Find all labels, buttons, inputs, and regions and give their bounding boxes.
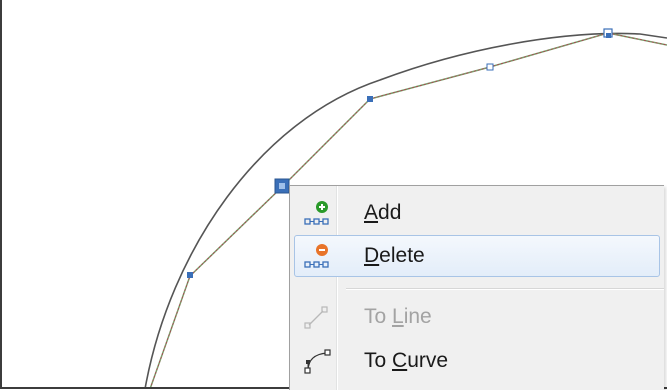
- context-menu: Add Delete To Line To Curve: [289, 185, 664, 390]
- path-node[interactable]: [367, 96, 373, 102]
- delete-node-icon: [299, 242, 333, 270]
- menu-item-delete[interactable]: Delete: [294, 235, 660, 277]
- to-curve-icon: [299, 347, 333, 375]
- menu-item-label: To Curve: [364, 349, 449, 372]
- menu-item-to-curve[interactable]: To Curve: [294, 340, 660, 382]
- menu-item-label: To Line: [364, 305, 432, 328]
- menu-item-label: Add: [364, 201, 402, 224]
- menu-item-add[interactable]: Add: [294, 192, 660, 234]
- menu-item-label: Delete: [364, 244, 425, 267]
- menu-separator: [346, 288, 664, 290]
- path-node[interactable]: [187, 272, 193, 278]
- selected-node-highlight: [279, 183, 285, 189]
- to-line-icon: [299, 303, 333, 331]
- path-node[interactable]: [486, 63, 494, 71]
- menu-item-to-line[interactable]: To Line: [294, 296, 660, 338]
- add-node-icon: [299, 199, 333, 227]
- path-node[interactable]: [606, 33, 611, 38]
